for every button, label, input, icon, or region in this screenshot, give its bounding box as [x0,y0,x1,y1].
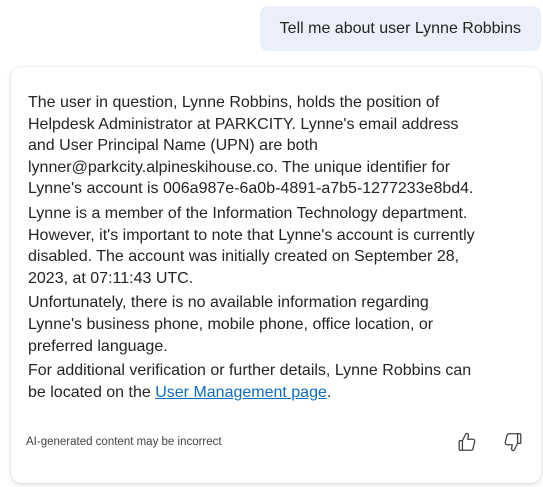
ai-disclaimer: AI-generated content may be incorrect [26,436,222,448]
verification-period: . [326,383,332,401]
assistant-response-card: The user in question, Lynne Robbins, hol… [11,67,541,483]
user-management-link[interactable]: User Management page [155,384,327,401]
response-paragraph-identity: The user in question, Lynne Robbins, hol… [28,94,474,198]
thumbs-down-button[interactable] [501,430,525,454]
response-paragraph-missing-info: Unfortunately, there is no available inf… [28,294,434,355]
response-footer: AI-generated content may be incorrect [26,429,529,455]
thumbs-down-icon [504,433,522,452]
feedback-controls [455,430,529,454]
response-paragraph-status: Lynne is a member of the Information Tec… [28,204,475,287]
response-body: The user in question, Lynne Robbins, hol… [28,92,478,406]
chat-page: Tell me about user Lynne Robbins The use… [0,0,543,487]
thumbs-up-icon [458,432,476,451]
response-paragraph-verification: For additional verification or further d… [28,360,478,403]
thumbs-up-button[interactable] [455,430,479,454]
user-message-bubble: Tell me about user Lynne Robbins [259,6,541,51]
user-message-text: Tell me about user Lynne Robbins [279,19,521,37]
